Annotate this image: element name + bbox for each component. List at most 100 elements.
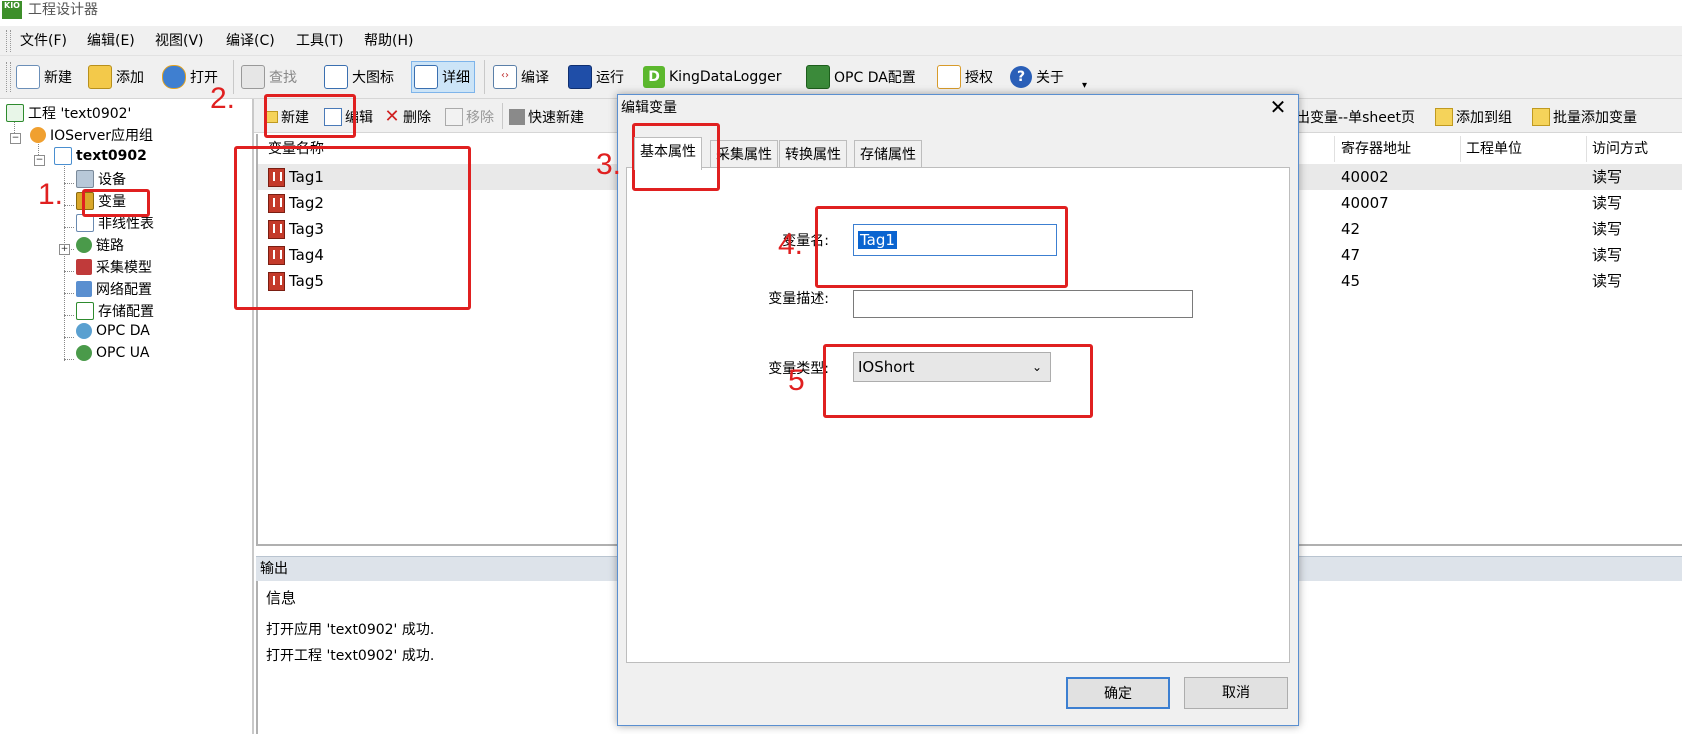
tag-icon [268, 246, 285, 265]
edit-variable-dialog: 编辑变量 ✕ 基本属性 采集属性 转换属性 存储属性 变量名: Tag1 变量描… [617, 94, 1299, 726]
row-name: Tag3 [268, 216, 324, 242]
toolbar-overflow-icon[interactable]: ▾ [1082, 80, 1087, 91]
col-header-name[interactable]: 变量名称 [268, 136, 324, 162]
large-icons-icon [324, 65, 348, 89]
name-selected-text: Tag1 [858, 231, 897, 249]
opcda-config-button[interactable]: OPC DA配置 [806, 63, 916, 91]
tree-item-collect-model[interactable]: 采集模型 [76, 257, 152, 277]
col-header-unit[interactable]: 工程单位 [1466, 136, 1522, 162]
column-divider [1586, 136, 1587, 162]
tree-item-nonlinear-table[interactable]: 非线性表 [76, 213, 154, 233]
menu-file[interactable]: 文件(F) [20, 31, 67, 51]
tree-item-variable[interactable]: 变量 [76, 191, 126, 211]
row-register: 47 [1341, 246, 1361, 264]
annotation-label: 3. [596, 148, 622, 181]
tree-connector [64, 183, 74, 184]
var-new-button[interactable]: 新建 [266, 107, 309, 127]
quick-new-tools-icon [509, 109, 525, 125]
col-header-register[interactable]: 寄存器地址 [1341, 136, 1411, 162]
collapse-toggle[interactable]: − [34, 155, 45, 166]
tree-item-network-config[interactable]: 网络配置 [76, 279, 152, 299]
app-grid-icon [54, 147, 72, 165]
var-edit-button[interactable]: 编辑 [324, 107, 373, 127]
annotation-label: 2. [210, 82, 236, 115]
menu-compile[interactable]: 编译(C) [226, 31, 275, 51]
output-line: 打开应用 'text0902' 成功. [266, 622, 435, 638]
menu-grip [6, 30, 11, 52]
tab-basic[interactable]: 基本属性 [634, 137, 702, 170]
column-divider [1334, 136, 1335, 162]
add-to-group-button[interactable]: 添加到组 [1435, 107, 1512, 127]
details-list-icon [414, 65, 438, 89]
row-access: 读写 [1592, 272, 1623, 290]
variable-desc-input[interactable] [853, 290, 1193, 318]
opc-da-icon [76, 323, 92, 339]
new-file-icon [16, 65, 40, 89]
new-star-icon [266, 111, 278, 123]
variable-type-select[interactable]: IOShort ⌄ [853, 352, 1051, 382]
variable-icon [76, 192, 94, 210]
tree-item-ioserver-group[interactable]: IOServer应用组 [30, 125, 153, 145]
close-icon[interactable]: ✕ [1266, 97, 1290, 119]
tree-item-opc-da[interactable]: OPC DA [76, 323, 150, 339]
license-button[interactable]: 授权 [937, 63, 993, 91]
tab-storage[interactable]: 存储属性 [854, 140, 922, 169]
row-name: Tag2 [268, 190, 324, 216]
about-button[interactable]: ? 关于 [1010, 63, 1064, 91]
tree-connector [64, 359, 74, 360]
compile-button[interactable]: ‹› 编译 [493, 63, 549, 91]
nonlinear-table-icon [76, 214, 94, 232]
help-question-icon: ? [1010, 66, 1032, 88]
tree-item-link[interactable]: 链路 [76, 235, 124, 255]
find-button[interactable]: 查找 [241, 63, 297, 91]
var-remove-button[interactable]: 移除 [445, 107, 494, 127]
new-button[interactable]: 新建 [16, 63, 72, 91]
open-globe-icon [162, 65, 186, 89]
var-quick-new-button[interactable]: 快速新建 [509, 107, 584, 127]
row-name: Tag4 [268, 242, 324, 268]
menu-help[interactable]: 帮助(H) [364, 31, 413, 51]
details-button[interactable]: 详细 [411, 61, 475, 93]
tree-item-storage-config[interactable]: 存储配置 [76, 301, 154, 321]
menu-tools[interactable]: 工具(T) [296, 31, 343, 51]
col-header-access[interactable]: 访问方式 [1592, 136, 1648, 162]
kingdatalogger-button[interactable]: D KingDataLogger [643, 63, 782, 91]
tree-item-app[interactable]: text0902 [54, 147, 147, 165]
add-button[interactable]: 添加 [88, 63, 144, 91]
menu-view[interactable]: 视图(V) [155, 31, 204, 51]
tree-item-opc-ua[interactable]: OPC UA [76, 345, 150, 361]
batch-add-button[interactable]: 批量添加变量 [1532, 107, 1637, 127]
tab-convert[interactable]: 转换属性 [779, 140, 847, 169]
run-button[interactable]: 运行 [568, 63, 624, 91]
opc-ua-icon [76, 345, 92, 361]
batch-add-icon [1532, 108, 1550, 126]
collect-model-icon [76, 259, 92, 275]
output-column-header[interactable]: 信息 [266, 587, 296, 608]
kingdatalogger-icon: D [643, 66, 665, 88]
cancel-button[interactable]: 取消 [1184, 677, 1288, 709]
tree-connector [64, 205, 74, 206]
large-icons-button[interactable]: 大图标 [324, 63, 394, 91]
run-computer-icon [568, 65, 592, 89]
tree-item-device[interactable]: 设备 [76, 169, 126, 189]
variable-name-input[interactable]: Tag1 [853, 224, 1057, 256]
remove-icon [445, 108, 463, 126]
var-delete-button[interactable]: ✕ 删除 [384, 107, 431, 127]
collapse-toggle[interactable]: − [10, 133, 21, 144]
menu-edit[interactable]: 编辑(E) [87, 31, 135, 51]
dialog-tab-panel: 变量名: Tag1 变量描述: 变量类型: IOShort ⌄ [626, 167, 1290, 663]
row-register: 40007 [1341, 194, 1389, 212]
row-access: 读写 [1592, 246, 1623, 264]
tab-collect[interactable]: 采集属性 [710, 140, 778, 169]
ok-button[interactable]: 确定 [1066, 677, 1170, 709]
tree-item-project[interactable]: 工程 'text0902' [6, 103, 131, 123]
toolbar-separator [502, 103, 503, 129]
expand-toggle[interactable]: + [59, 244, 70, 255]
row-access: 读写 [1592, 194, 1623, 212]
export-sheet-button[interactable]: 出变量--单sheet页 [1296, 107, 1415, 127]
tag-icon [268, 272, 285, 291]
delete-x-icon: ✕ [384, 106, 400, 127]
tag-icon [268, 220, 285, 239]
device-icon [76, 170, 94, 188]
main-toolbar: 新建 添加 打开 查找 大图标 详细 ‹› 编译 运行 D KingDataLo… [0, 56, 1682, 99]
